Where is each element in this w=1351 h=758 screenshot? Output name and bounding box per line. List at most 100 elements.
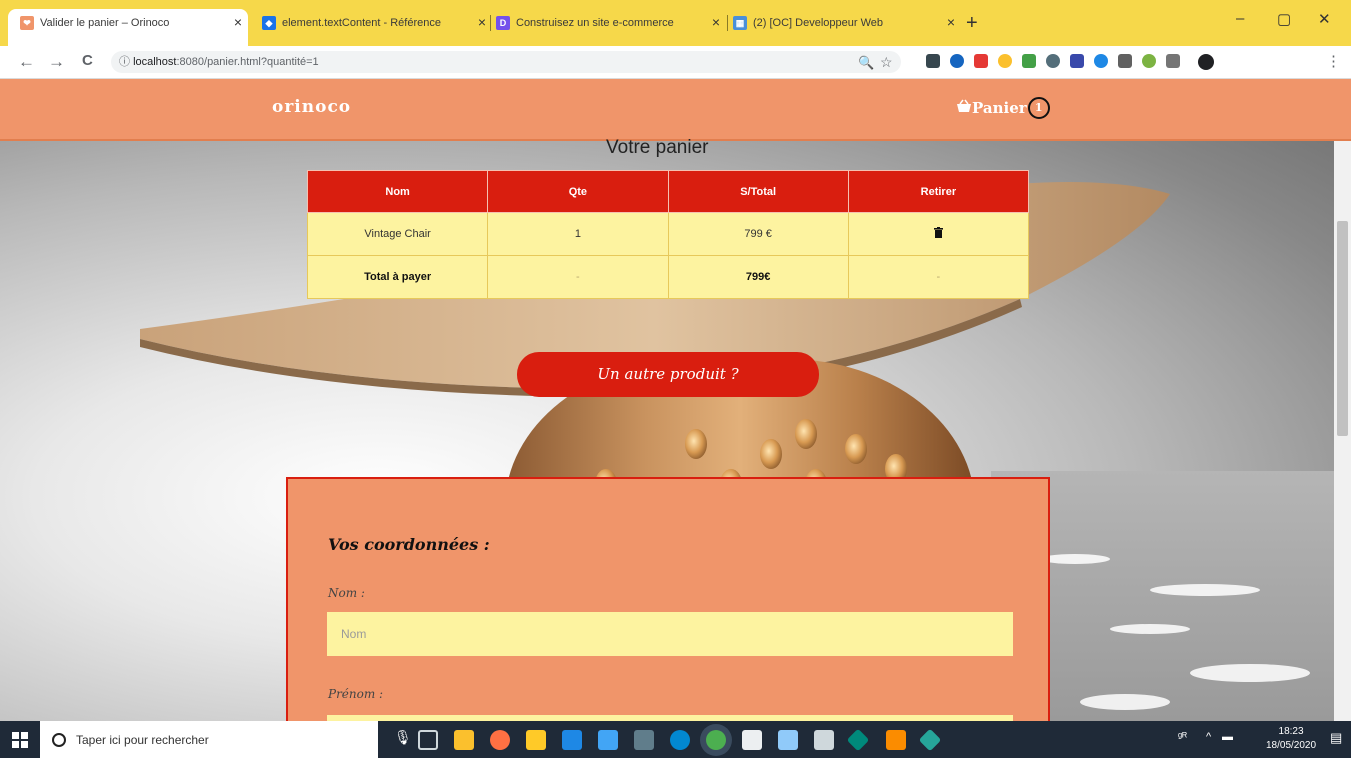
- taskbar-app-icon[interactable]: [562, 730, 582, 750]
- extension-icon[interactable]: [1094, 54, 1108, 68]
- extension-icon[interactable]: [950, 54, 964, 68]
- table-hole: [795, 419, 817, 449]
- browser-tab-mdn[interactable]: ◆ element.textContent - Référence ×: [262, 9, 492, 37]
- table-total-row: Total à payer - 799€ -: [306, 255, 1030, 299]
- task-view-icon[interactable]: [418, 730, 438, 750]
- last-name-input[interactable]: [327, 612, 1013, 656]
- light-spot: [1110, 624, 1190, 634]
- page-viewport: orinoco Panier 1 Votre panier Nom Qte S/…: [0, 79, 1351, 721]
- file-explorer-icon[interactable]: [526, 730, 546, 750]
- windows-taskbar: Taper ici pour rechercher 🎙 ᵍᴿ ^ ▬ 18:23…: [0, 721, 1351, 758]
- extension-icon[interactable]: [1118, 54, 1132, 68]
- form-heading: Vos coordonnées :: [328, 535, 490, 554]
- taskbar-app-icon[interactable]: [814, 730, 834, 750]
- page-title: Votre panier: [606, 137, 709, 158]
- extension-icon[interactable]: [1046, 54, 1060, 68]
- zoom-icon[interactable]: 🔍: [858, 55, 874, 71]
- taskbar-search-box[interactable]: Taper ici pour rechercher: [40, 721, 378, 758]
- close-window-button[interactable]: ✕: [1318, 10, 1331, 28]
- close-tab-icon[interactable]: ×: [234, 14, 242, 30]
- extension-icon[interactable]: [1142, 54, 1156, 68]
- column-header-subtotal: S/Total: [667, 170, 849, 213]
- table-hole: [845, 434, 867, 464]
- firefox-icon[interactable]: [490, 730, 510, 750]
- extension-icon[interactable]: [1070, 54, 1084, 68]
- calculator-icon[interactable]: [634, 730, 654, 750]
- total-label-cell: Total à payer: [306, 255, 489, 299]
- extension-icon[interactable]: [998, 54, 1012, 68]
- contact-form: Vos coordonnées : Nom : Prénom :: [286, 477, 1050, 721]
- store-icon[interactable]: [454, 730, 474, 750]
- browser-toolbar: ← → C ⓘ localhost:8080/panier.html?quant…: [0, 46, 1351, 79]
- extension-icon[interactable]: [926, 54, 940, 68]
- windows-start-icon[interactable]: [12, 732, 28, 748]
- product-qty-cell: 1: [487, 212, 669, 256]
- url-host: localhost: [133, 56, 177, 68]
- taskbar-search-placeholder: Taper ici pour rechercher: [76, 732, 209, 747]
- total-amount-cell: 799€: [667, 255, 849, 299]
- cart-table: Nom Qte S/Total Retirer Vintage Chair 1 …: [306, 170, 1030, 299]
- profile-avatar-icon[interactable]: [1198, 54, 1214, 70]
- network-icon[interactable]: ▬: [1222, 731, 1233, 743]
- column-header-qty: Qte: [487, 170, 669, 213]
- light-spot: [1190, 664, 1310, 682]
- extension-icon[interactable]: [1166, 54, 1180, 68]
- browser-tab-orinoco[interactable]: ❤ Valider le panier – Orinoco ×: [8, 9, 248, 46]
- product-name-cell: Vintage Chair: [306, 212, 489, 256]
- close-tab-icon[interactable]: ×: [712, 14, 720, 30]
- clock-date: 18/05/2020: [1266, 740, 1317, 751]
- bookmark-star-icon[interactable]: ☆: [880, 54, 893, 71]
- taskbar-app-icon[interactable]: [742, 730, 762, 750]
- address-bar[interactable]: ⓘ localhost:8080/panier.html?quantité=1: [111, 51, 901, 73]
- page-scrollbar[interactable]: [1334, 141, 1351, 721]
- taskbar-app-icon[interactable]: [598, 730, 618, 750]
- orinoco-favicon-icon: ❤: [20, 16, 34, 30]
- microphone-icon[interactable]: 🎙: [394, 729, 412, 746]
- other-product-button[interactable]: Un autre produit ?: [517, 352, 819, 397]
- extension-icon[interactable]: [1022, 54, 1036, 68]
- cart-count-badge: 1: [1027, 97, 1050, 119]
- taskbar-app-icon[interactable]: [778, 730, 798, 750]
- chrome-icon[interactable]: [706, 730, 726, 750]
- light-spot: [1040, 554, 1110, 564]
- info-icon[interactable]: ⓘ: [119, 56, 130, 68]
- tab-title: Construisez un site e-commerce: [516, 17, 674, 29]
- skype-icon[interactable]: [670, 730, 690, 750]
- taskbar-app-icon[interactable]: [886, 730, 906, 750]
- openclassrooms-favicon-icon: D: [496, 16, 510, 30]
- site-header: orinoco Panier 1: [0, 79, 1351, 141]
- tab-title: Valider le panier – Orinoco: [40, 17, 170, 29]
- new-tab-button[interactable]: +: [966, 12, 978, 35]
- tray-chevron-icon[interactable]: ^: [1206, 731, 1211, 743]
- people-icon[interactable]: ᵍᴿ: [1178, 731, 1187, 743]
- browser-tab-openclassrooms[interactable]: D Construisez un site e-commerce ×: [496, 9, 726, 37]
- light-spot: [1150, 584, 1260, 596]
- browser-tab-oc-developer[interactable]: ▦ (2) [OC] Developpeur Web ×: [733, 9, 961, 37]
- extension-icon[interactable]: [974, 54, 988, 68]
- basket-icon: [956, 99, 972, 117]
- reload-icon[interactable]: C: [82, 52, 93, 69]
- notification-icon[interactable]: ▤: [1330, 730, 1342, 746]
- table-row: Vintage Chair 1 799 €: [306, 212, 1030, 256]
- scrollbar-thumb[interactable]: [1337, 221, 1348, 436]
- menu-kebab-icon[interactable]: ⋮: [1326, 52, 1341, 70]
- first-name-label: Prénom :: [328, 687, 384, 701]
- close-tab-icon[interactable]: ×: [947, 14, 955, 30]
- tab-separator: [727, 15, 728, 31]
- taskbar-app-icon[interactable]: [918, 728, 942, 752]
- browser-tab-strip: ❤ Valider le panier – Orinoco × ◆ elemen…: [0, 0, 1351, 46]
- cart-link[interactable]: Panier 1: [956, 97, 1050, 119]
- maximize-button[interactable]: ▢: [1277, 10, 1291, 28]
- minimize-button[interactable]: –: [1236, 10, 1244, 27]
- forward-arrow-icon[interactable]: →: [48, 52, 65, 72]
- url-path: :8080/panier.html?quantité=1: [176, 56, 319, 68]
- back-arrow-icon[interactable]: ←: [18, 52, 35, 72]
- taskbar-app-icon[interactable]: [846, 728, 870, 752]
- brand-logo-link[interactable]: orinoco: [272, 97, 351, 117]
- column-header-name: Nom: [306, 170, 489, 213]
- close-tab-icon[interactable]: ×: [478, 14, 486, 30]
- cortana-icon: [52, 732, 66, 747]
- system-clock[interactable]: 18:23 18/05/2020: [1266, 725, 1316, 753]
- clock-time: 18:23: [1278, 726, 1304, 737]
- trash-icon[interactable]: [933, 227, 943, 241]
